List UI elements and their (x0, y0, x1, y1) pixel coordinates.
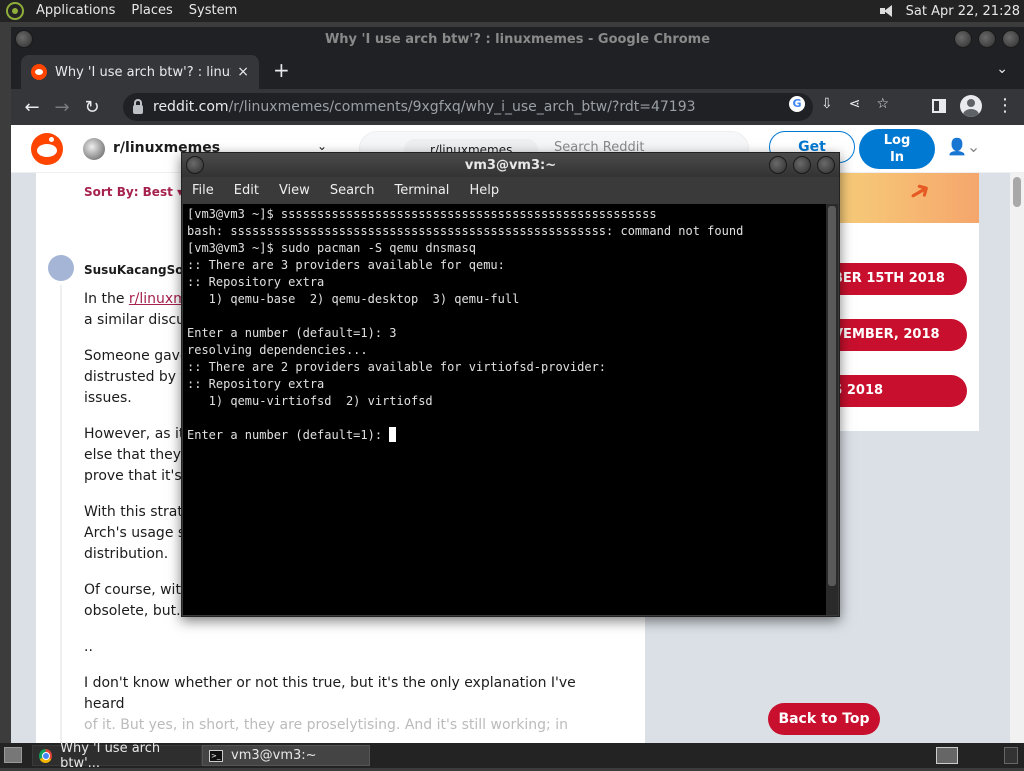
chrome-titlebar[interactable]: Why 'I use arch btw'? : linuxmemes - Goo… (11, 27, 1024, 51)
show-desktop-icon[interactable] (4, 747, 22, 763)
window-menu-button[interactable] (15, 30, 33, 48)
login-label-line1: Log (883, 133, 911, 148)
distro-logo-icon[interactable] (6, 2, 24, 20)
user-menu-icon[interactable]: 👤⌄ (947, 137, 980, 156)
terminal-scrollbar[interactable] (826, 204, 838, 615)
terminal-line: :: There are 3 providers available for q… (187, 258, 505, 272)
taskbar-chrome-label: Why 'I use arch btw'... (60, 740, 161, 771)
login-label-line2: In (889, 150, 905, 165)
login-button[interactable]: Log In (859, 129, 935, 169)
profile-avatar-icon[interactable] (960, 95, 982, 117)
chrome-icon (39, 748, 53, 763)
close-button[interactable] (817, 156, 835, 174)
google-lens-icon[interactable]: G (789, 96, 805, 112)
bottom-panel: Why 'I use arch btw'... >_ vm3@vm3:~ (0, 741, 1024, 771)
back-to-top-button[interactable]: Back to Top (768, 703, 880, 735)
chrome-menu-icon[interactable]: ⋮ (996, 97, 1014, 115)
chevron-down-icon[interactable]: ⌄ (317, 139, 327, 153)
tab-reddit[interactable]: Why 'I use arch btw'? : linuxm × (21, 55, 259, 89)
workspace-switcher-2[interactable] (1004, 747, 1018, 764)
tab-close-icon[interactable]: × (237, 64, 249, 80)
forward-arrow-icon[interactable]: → (47, 97, 77, 118)
text-cursor (389, 427, 397, 442)
menu-terminal[interactable]: Terminal (384, 183, 459, 198)
top-panel: Applications Places System Sat Apr 22, 2… (0, 0, 1024, 22)
menu-file[interactable]: File (182, 183, 224, 198)
terminal-prompt-line: Enter a number (default=1): (187, 427, 822, 444)
terminal-window-title: vm3@vm3:~ (464, 157, 557, 173)
terminal-titlebar[interactable]: vm3@vm3:~ (182, 153, 839, 177)
terminal-line: :: Repository extra (187, 275, 325, 289)
taskbar-chrome[interactable]: Why 'I use arch btw'... (32, 741, 202, 771)
tab-search-chevron-icon[interactable]: ⌄ (996, 61, 1008, 77)
menu-view[interactable]: View (269, 183, 320, 198)
terminal-output[interactable]: [vm3@vm3 ~]$ sssssssssssssssssssssssssss… (183, 204, 826, 615)
terminal-line: Enter a number (default=1): 3 (187, 326, 397, 340)
terminal-line: bash: ssssssssssssssssssssssssssssssssss… (187, 224, 744, 238)
terminal-line: 1) qemu-base 2) qemu-desktop 3) qemu-ful… (187, 292, 520, 306)
terminal-window: vm3@vm3:~ File Edit View Search Terminal… (181, 152, 840, 617)
reddit-logo-icon[interactable] (31, 133, 63, 165)
subreddit-icon[interactable] (83, 138, 105, 160)
chrome-toolbar: ← → ↻ reddit.com/r/linuxmemes/comments/9… (11, 89, 1024, 125)
menu-search[interactable]: Search (320, 183, 385, 198)
lock-icon[interactable] (133, 98, 143, 114)
minimize-button[interactable] (769, 156, 787, 174)
applications-menu[interactable]: Applications (28, 0, 123, 22)
tab-bar: Why 'I use arch btw'? : linuxm × + ⌄ (11, 51, 1024, 89)
terminal-line: 1) qemu-virtiofsd 2) virtiofsd (187, 394, 433, 408)
maximize-button[interactable] (793, 156, 811, 174)
window-menu-button[interactable] (186, 156, 204, 174)
terminal-menubar: File Edit View Search Terminal Help (182, 177, 839, 203)
share-icon[interactable]: ⋖ (849, 96, 861, 112)
url-path: /r/linuxmemes/comments/9xgfxq/why_i_use_… (228, 99, 696, 115)
terminal-line: [vm3@vm3 ~]$ sssssssssssssssssssssssssss… (187, 207, 657, 221)
bookmark-star-icon[interactable]: ☆ (876, 96, 889, 112)
reddit-favicon-icon (31, 64, 47, 80)
address-bar[interactable]: reddit.com/r/linuxmemes/comments/9xgfxq/… (123, 93, 813, 121)
clock[interactable]: Sat Apr 22, 21:28 (906, 4, 1024, 19)
reload-icon[interactable]: ↻ (77, 97, 107, 118)
chrome-window-title: Why 'I use arch btw'? : linuxmemes - Goo… (324, 31, 711, 47)
new-tab-button[interactable]: + (273, 59, 290, 81)
url-host: reddit.com (153, 99, 229, 115)
places-menu[interactable]: Places (123, 0, 180, 22)
volume-icon[interactable] (879, 4, 896, 18)
terminal-line: [vm3@vm3 ~]$ sudo pacman -S qemu dnsmasq (187, 241, 476, 255)
menu-help[interactable]: Help (459, 183, 509, 198)
avatar[interactable] (48, 255, 74, 281)
taskbar-terminal[interactable]: >_ vm3@vm3:~ (202, 745, 370, 766)
side-panel-icon[interactable] (932, 99, 946, 113)
subreddit-link[interactable]: r/linuxm (129, 291, 187, 307)
tab-title: Why 'I use arch btw'? : linuxm (55, 64, 232, 80)
back-arrow-icon[interactable]: ← (17, 97, 47, 118)
terminal-line: :: Repository extra (187, 377, 325, 391)
system-menu[interactable]: System (181, 0, 245, 22)
terminal-line: :: There are 2 providers available for v… (187, 360, 607, 374)
terminal-line: resolving dependencies... (187, 343, 368, 357)
menu-edit[interactable]: Edit (224, 183, 269, 198)
sort-dropdown[interactable]: Sort By: Best ▾ (84, 185, 183, 199)
terminal-icon: >_ (209, 749, 223, 762)
workspace-switcher-1[interactable] (936, 747, 958, 764)
install-app-icon[interactable]: ⇩ (821, 96, 833, 112)
page-scrollbar[interactable] (1010, 173, 1024, 743)
close-button[interactable] (1002, 30, 1020, 48)
minimize-button[interactable] (954, 30, 972, 48)
maximize-button[interactable] (978, 30, 996, 48)
page-scroll-thumb[interactable] (1013, 177, 1021, 207)
taskbar-terminal-label: vm3@vm3:~ (231, 748, 317, 763)
thread-line[interactable] (60, 285, 62, 743)
terminal-scroll-thumb[interactable] (828, 206, 836, 586)
